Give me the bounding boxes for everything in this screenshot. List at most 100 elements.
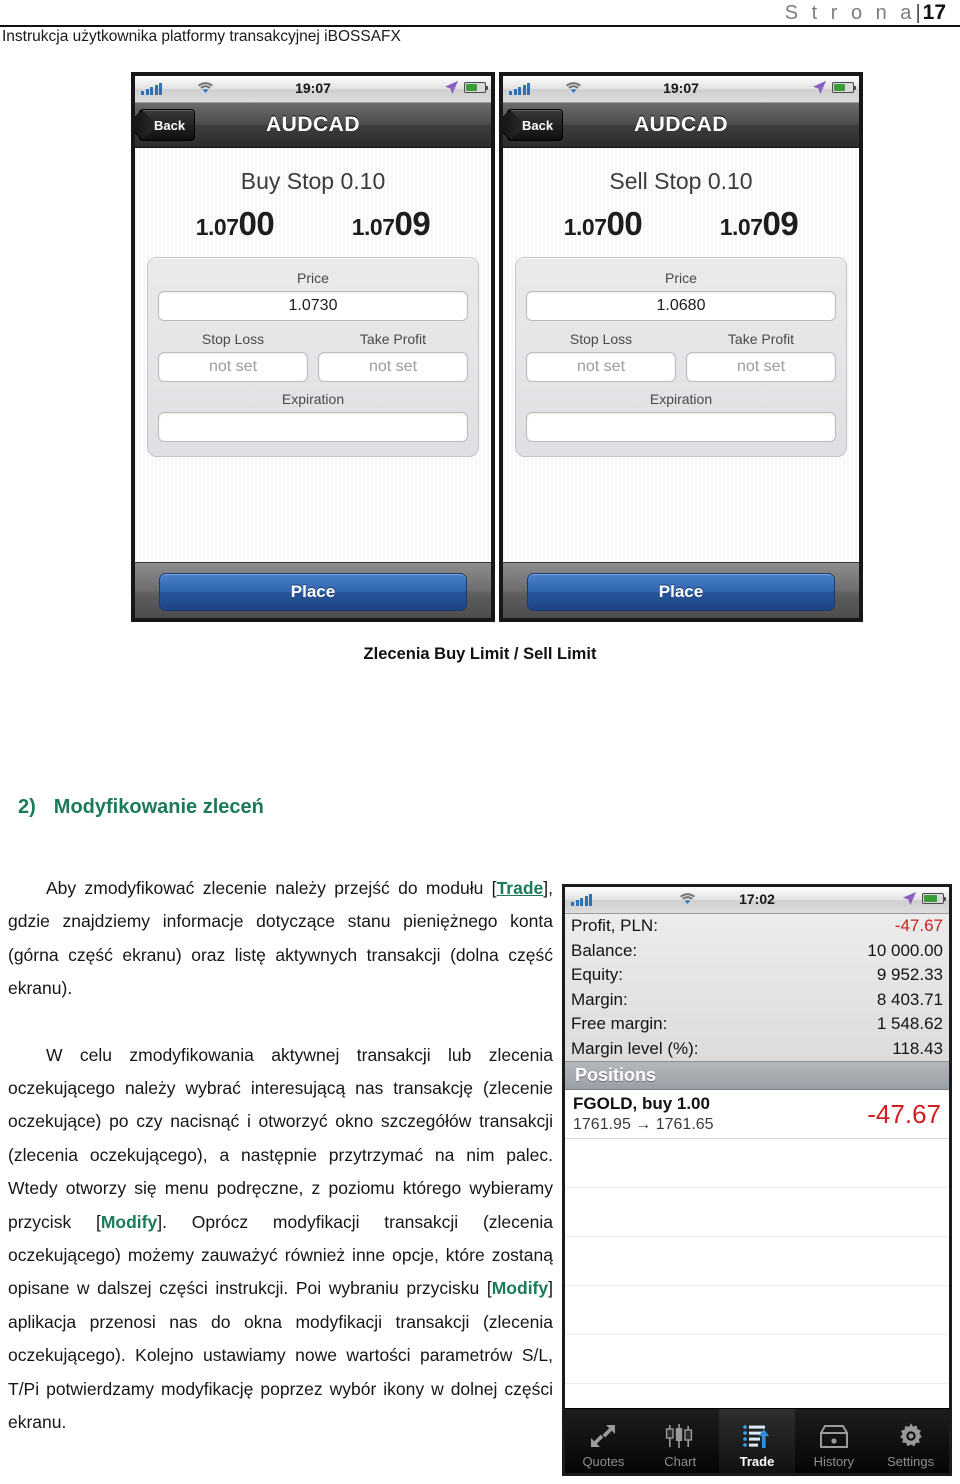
account-value: 1 548.62 <box>876 1014 943 1034</box>
account-row: Profit, PLN: -47.67 <box>565 914 949 939</box>
status-bar-time: 17:02 <box>739 891 775 907</box>
order-form: Buy Stop 0.10 1.0700 1.0709 Price 1.0730… <box>135 148 491 562</box>
stop-loss-label: Stop Loss <box>569 331 633 347</box>
list-item <box>565 1335 949 1384</box>
tab-history[interactable]: History <box>795 1409 872 1473</box>
bid-price[interactable]: 1.0700 <box>195 205 275 243</box>
table-row[interactable]: FGOLD, buy 1.00 1761.95 → 1761.65 -47.67 <box>565 1090 949 1139</box>
status-bar: 19:07 <box>135 76 491 103</box>
strona-number: 17 <box>922 1 946 24</box>
stop-loss-input[interactable]: not set <box>526 352 676 382</box>
account-row: Margin level (%): 118.43 <box>565 1037 949 1062</box>
tab-trade[interactable]: Trade <box>718 1409 796 1473</box>
p1-part-a: Aby zmodyfikować zlecenie należy przejść… <box>46 878 497 898</box>
tab-label: Quotes <box>582 1454 625 1469</box>
order-parameters-panel: Price 1.0680 Stop Loss not set Take Prof… <box>515 257 847 457</box>
account-summary: Profit, PLN: -47.67 Balance: 10 000.00 E… <box>565 914 949 1061</box>
stop-loss-input[interactable]: not set <box>158 352 308 382</box>
page-header: S t r o n a|17 Instrukcja użytkownika pl… <box>0 0 960 46</box>
section-number: 2) <box>18 796 36 818</box>
account-value: 8 403.71 <box>876 989 943 1009</box>
price-label: Price <box>297 270 329 286</box>
location-arrow-icon <box>813 81 826 94</box>
modify-keyword-1: Modify <box>100 1211 158 1232</box>
price-input[interactable]: 1.0680 <box>526 291 836 321</box>
order-type-title: Sell Stop 0.10 <box>609 168 753 194</box>
account-row: Equity: 9 952.33 <box>565 963 949 988</box>
position-info: FGOLD, buy 1.00 1761.95 → 1761.65 <box>573 1094 714 1134</box>
bottom-toolbar: Place <box>503 562 859 618</box>
tab-settings[interactable]: Settings <box>872 1409 949 1473</box>
quote-row: 1.0700 1.0709 <box>135 205 491 243</box>
expiration-input[interactable] <box>526 412 836 442</box>
positions-section-header: Positions <box>565 1061 949 1090</box>
header-divider <box>0 25 960 27</box>
bid-price[interactable]: 1.0700 <box>564 205 643 243</box>
order-type-title: Buy Stop 0.10 <box>240 168 386 194</box>
place-button[interactable]: Place <box>158 573 468 611</box>
order-parameters-panel: Price 1.0730 Stop Loss not set Take Prof… <box>147 257 479 457</box>
bottom-toolbar: Place <box>135 562 491 618</box>
bid-price-small: 1.07 <box>195 214 239 240</box>
account-value: 118.43 <box>892 1038 943 1058</box>
empty-rows <box>565 1139 949 1433</box>
bid-price-big: 00 <box>606 205 643 242</box>
place-button[interactable]: Place <box>526 573 836 611</box>
trade-list-icon <box>742 1420 772 1452</box>
battery-icon <box>922 893 946 904</box>
expiration-label: Expiration <box>281 391 345 407</box>
price-label: Price <box>665 270 697 286</box>
ask-price-big: 09 <box>394 205 431 242</box>
list-item <box>565 1286 949 1335</box>
status-bar-time: 19:07 <box>295 80 331 96</box>
back-button[interactable]: Back <box>139 109 196 141</box>
stop-loss-label: Stop Loss <box>201 331 265 347</box>
phone-screenshot-trade: 17:02 Profit, PLN: -47.67 Balance: 10 00… <box>562 884 952 1476</box>
section-heading: 2) Modyfikowanie zleceń <box>18 796 264 819</box>
modify-keyword-2: Modify <box>491 1278 549 1299</box>
back-button[interactable]: Back <box>507 109 564 141</box>
tab-label: History <box>813 1454 855 1469</box>
account-value: 9 952.33 <box>876 965 943 985</box>
position-symbol: FGOLD, buy 1.00 <box>573 1094 710 1113</box>
document-title: Instrukcja użytkownika platformy transak… <box>2 28 401 45</box>
trade-link[interactable]: Trade <box>497 878 544 898</box>
account-label: Balance: <box>571 940 638 960</box>
phone-screenshot-sell: 19:07 Back AUDCAD Sell Stop 0.10 1.0700 … <box>499 72 863 622</box>
account-value: -47.67 <box>894 916 943 936</box>
price-input[interactable]: 1.0730 <box>158 291 468 321</box>
status-bar-right <box>444 80 488 95</box>
figure-order-screens: 19:07 Back AUDCAD Buy Stop 0.10 1.0700 1… <box>131 72 866 622</box>
ask-price[interactable]: 1.0709 <box>352 205 431 243</box>
list-item <box>565 1188 949 1237</box>
take-profit-input[interactable]: not set <box>318 352 468 382</box>
account-label: Equity: <box>571 965 623 985</box>
tab-label: Settings <box>887 1454 935 1469</box>
expiration-input[interactable] <box>158 412 468 442</box>
archive-box-icon <box>819 1420 849 1452</box>
section-title: Modyfikowanie zleceń <box>53 796 264 818</box>
position-prices: 1761.95 → 1761.65 <box>573 1116 714 1133</box>
strona-word: S t r o n a <box>784 2 916 24</box>
p2-part-c: ] aplikacja przenosi nas do okna modyfik… <box>8 1278 553 1433</box>
status-bar: 17:02 <box>565 887 949 914</box>
battery-icon <box>832 82 856 93</box>
take-profit-label: Take Profit <box>359 331 427 347</box>
page-number-label: S t r o n a|17 <box>785 1 946 25</box>
expiration-label: Expiration <box>649 391 713 407</box>
ask-price[interactable]: 1.0709 <box>720 205 799 243</box>
take-profit-label: Take Profit <box>727 331 795 347</box>
account-label: Margin level (%): <box>571 1038 699 1058</box>
tab-quotes[interactable]: Quotes <box>565 1409 642 1473</box>
location-arrow-icon <box>903 892 916 905</box>
tab-chart[interactable]: Chart <box>642 1409 719 1473</box>
status-bar-time: 19:07 <box>663 80 699 96</box>
take-profit-input[interactable]: not set <box>686 352 836 382</box>
candlestick-icon <box>665 1420 695 1452</box>
p2-part-a: W celu zmodyfikowania aktywnej transakcj… <box>8 1044 553 1232</box>
order-form: Sell Stop 0.10 1.0700 1.0709 Price 1.068… <box>503 148 859 562</box>
bid-price-big: 00 <box>238 205 275 242</box>
back-button-label: Back <box>154 117 186 133</box>
list-item <box>565 1237 949 1286</box>
back-button-label: Back <box>522 117 554 133</box>
